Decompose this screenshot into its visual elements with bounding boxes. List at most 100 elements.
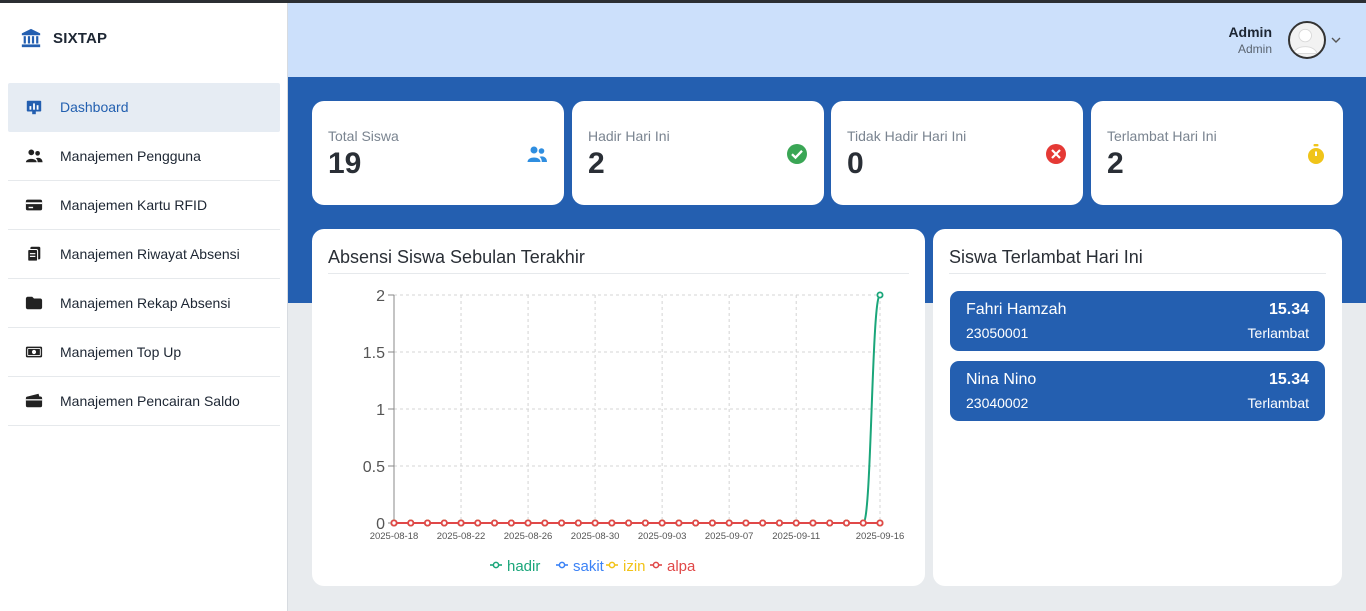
legend-label-hadir: hadir	[507, 558, 540, 575]
student-name: Nina Nino	[966, 371, 1037, 388]
sidebar-item-label: Manajemen Riwayat Absensi	[60, 246, 240, 262]
data-point-alpa	[591, 519, 599, 527]
data-point-alpa	[692, 519, 700, 527]
sidebar-item-label: Manajemen Kartu RFID	[60, 197, 208, 213]
arrival-time: 15.34	[1268, 371, 1309, 388]
late-student-item[interactable]: Fahri Hamzah 23050001 15.34 Terlambat	[950, 291, 1325, 351]
sidebar-item-attendance-recap[interactable]: Manajemen Rekap Absensi	[8, 279, 280, 328]
sidebar-item-attendance-history[interactable]: Manajemen Riwayat Absensi	[8, 230, 280, 279]
data-point-alpa	[440, 519, 448, 527]
data-point-alpa	[574, 519, 582, 527]
stat-label: Tidak Hadir Hari Ini	[847, 128, 967, 144]
sidebar-nav: Dashboard Manajemen Pengguna Manajemen K…	[8, 83, 280, 426]
sidebar-item-label: Manajemen Top Up	[60, 344, 182, 360]
attendance-chart-card: Absensi Siswa Sebulan Terakhir 0 0.5 1 1.5 2…	[312, 229, 925, 586]
data-point-alpa	[524, 519, 532, 527]
status-badge: Terlambat	[1247, 395, 1309, 411]
sidebar-item-dashboard[interactable]: Dashboard	[8, 83, 280, 132]
wallet-icon	[24, 391, 44, 411]
data-point-alpa	[625, 519, 633, 527]
stat-value: 19	[328, 147, 362, 180]
card-divider	[949, 273, 1326, 274]
data-point-alpa	[491, 519, 499, 527]
sidebar-item-balance-withdrawal[interactable]: Manajemen Pencairan Saldo	[8, 377, 280, 426]
x-tick-label: 2025-09-03	[638, 531, 687, 542]
folder-icon	[24, 293, 44, 313]
sidebar-item-top-up[interactable]: Manajemen Top Up	[8, 328, 280, 377]
data-point-alpa	[792, 519, 800, 527]
legend-marker-dot-izin	[608, 561, 616, 569]
data-point-alpa	[675, 519, 683, 527]
dashboard-chart-icon	[24, 97, 44, 117]
student-name: Fahri Hamzah	[966, 301, 1067, 318]
late-student-item[interactable]: Nina Nino 23040002 15.34 Terlambat	[950, 361, 1325, 421]
users-icon	[527, 146, 547, 162]
stopwatch-icon	[1308, 144, 1324, 164]
data-point-alpa	[775, 519, 783, 527]
avatar[interactable]	[1288, 21, 1326, 59]
data-point-alpa	[826, 519, 834, 527]
sidebar-item-label: Manajemen Rekap Absensi	[60, 295, 231, 311]
y-tick-label: 2	[376, 288, 385, 305]
legend-label-izin: izin	[623, 558, 646, 575]
student-id: 23050001	[966, 325, 1029, 341]
credit-card-icon	[24, 195, 44, 215]
data-point-alpa	[759, 519, 767, 527]
legend-label-sakit: sakit	[573, 558, 605, 575]
money-bill-icon	[24, 342, 44, 362]
data-point-alpa	[876, 519, 884, 527]
x-tick-label: 2025-08-18	[370, 531, 419, 542]
legend-marker-dot-hadir	[492, 561, 500, 569]
x-tick-label: 2025-09-07	[705, 531, 754, 542]
data-point-alpa	[558, 519, 566, 527]
data-point-alpa	[507, 519, 515, 527]
chevron-down-icon[interactable]	[1330, 34, 1342, 46]
data-point-alpa	[809, 519, 817, 527]
stat-card-absent-today: Tidak Hadir Hari Ini 0	[831, 101, 1083, 205]
data-point-alpa	[474, 519, 482, 527]
stat-card-total-students: Total Siswa 19	[312, 101, 564, 205]
user-menu[interactable]: Admin Admin	[1228, 21, 1342, 59]
data-point-alpa	[842, 519, 850, 527]
data-point-alpa	[742, 519, 750, 527]
x-tick-label: 2025-08-30	[571, 531, 620, 542]
stat-value: 0	[847, 147, 864, 180]
brand[interactable]: SIXTAP	[20, 27, 107, 49]
student-id: 23040002	[966, 395, 1029, 411]
y-tick-label: 1.5	[363, 345, 385, 362]
y-tick-label: 0.5	[363, 459, 385, 476]
data-point-alpa	[424, 519, 432, 527]
legend-marker-dot-alpa	[652, 561, 660, 569]
data-point-alpa	[859, 519, 867, 527]
sidebar-item-rfid-cards[interactable]: Manajemen Kartu RFID	[8, 181, 280, 230]
clipboard-history-icon	[24, 244, 44, 264]
x-tick-label: 2025-08-26	[504, 531, 553, 542]
sidebar: SIXTAP Dashboard Manajemen Pengguna Mana…	[0, 3, 288, 611]
data-point-alpa	[541, 519, 549, 527]
stat-label: Terlambat Hari Ini	[1107, 128, 1217, 144]
user-info: Admin Admin	[1228, 24, 1272, 56]
sidebar-item-label: Manajemen Pengguna	[60, 148, 201, 164]
sidebar-item-users[interactable]: Manajemen Pengguna	[8, 132, 280, 181]
top-header: Admin Admin	[288, 3, 1366, 77]
stat-value: 2	[588, 147, 605, 180]
stat-label: Hadir Hari Ini	[588, 128, 670, 144]
arrival-time: 15.34	[1268, 301, 1309, 318]
data-point-alpa	[457, 519, 465, 527]
data-point-alpa	[708, 519, 716, 527]
data-point-alpa	[390, 519, 398, 527]
data-point-alpa	[641, 519, 649, 527]
user-name: Admin	[1228, 24, 1272, 40]
user-role: Admin	[1237, 42, 1272, 56]
attendance-line-chart: 00.511.522025-08-18 2025-08-22 2025-08-26 2…	[363, 288, 905, 575]
legend-marker-dot-sakit	[558, 561, 566, 569]
y-tick-label: 1	[376, 402, 385, 419]
late-students-card: Siswa Terlambat Hari Ini Fahri Hamzah 23…	[933, 229, 1342, 586]
bank-logo-icon	[21, 28, 41, 48]
card-title: Siswa Terlambat Hari Ini	[949, 247, 1143, 267]
data-point-alpa	[407, 519, 415, 527]
x-circle-icon	[1046, 144, 1066, 164]
sidebar-item-label: Dashboard	[60, 99, 129, 115]
stat-card-late-today: Terlambat Hari Ini 2	[1091, 101, 1343, 205]
status-badge: Terlambat	[1247, 325, 1309, 341]
